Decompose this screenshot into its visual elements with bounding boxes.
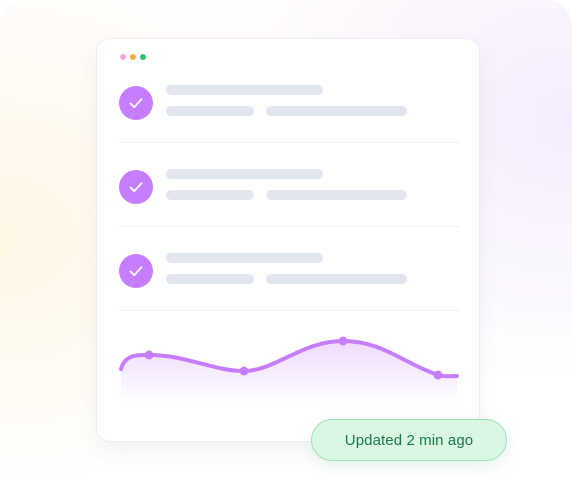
row-divider bbox=[119, 142, 459, 143]
meta-placeholder bbox=[166, 190, 254, 200]
chart-point bbox=[144, 350, 154, 360]
row-divider bbox=[119, 226, 459, 227]
window-controls bbox=[120, 54, 146, 60]
meta-placeholder bbox=[266, 274, 407, 284]
window-dot-pink bbox=[120, 54, 126, 60]
chart-point bbox=[239, 366, 249, 376]
task-row bbox=[97, 252, 481, 336]
row-divider bbox=[119, 310, 459, 311]
meta-placeholder bbox=[266, 190, 407, 200]
chart-point bbox=[338, 336, 348, 346]
window-dot-orange bbox=[130, 54, 136, 60]
background-stage: Updated 2 min ago bbox=[0, 0, 572, 480]
chart-area bbox=[121, 341, 457, 405]
title-placeholder bbox=[166, 253, 323, 263]
meta-placeholder bbox=[266, 106, 407, 116]
status-text: Updated 2 min ago bbox=[344, 431, 474, 449]
check-icon bbox=[119, 254, 153, 288]
task-row bbox=[97, 168, 481, 252]
task-card bbox=[96, 38, 480, 442]
check-icon bbox=[119, 170, 153, 204]
title-placeholder bbox=[166, 169, 323, 179]
meta-placeholder bbox=[166, 274, 254, 284]
chart-line bbox=[119, 339, 459, 379]
status-toast: Updated 2 min ago bbox=[311, 419, 507, 461]
chart-point bbox=[433, 370, 443, 380]
check-icon bbox=[119, 86, 153, 120]
window-dot-green bbox=[140, 54, 146, 60]
task-row bbox=[97, 84, 481, 168]
meta-placeholder bbox=[166, 106, 254, 116]
title-placeholder bbox=[166, 85, 323, 95]
